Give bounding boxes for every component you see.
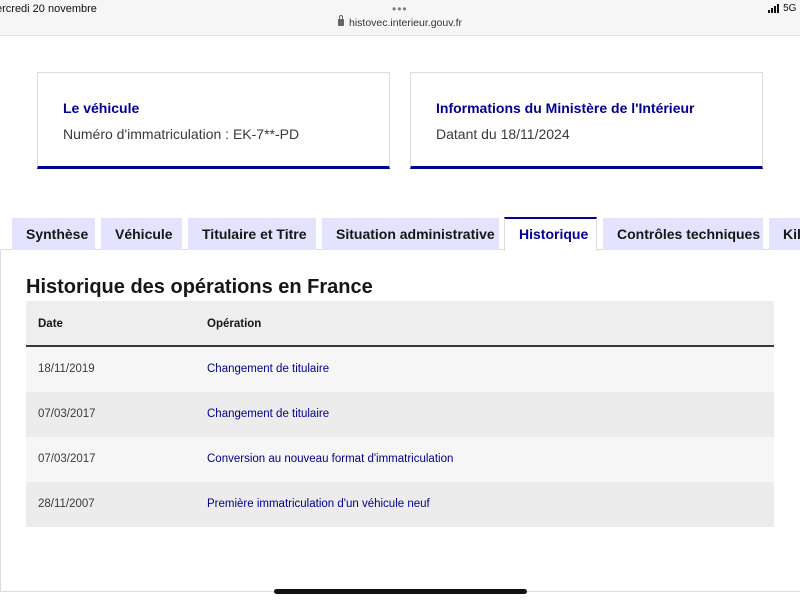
row-date: 07/03/2017 <box>38 453 96 465</box>
signal-icon <box>768 4 780 13</box>
header-date: Date <box>38 318 63 330</box>
ministry-card-title: Informations du Ministère de l'Intérieur <box>436 100 695 116</box>
status-indicators: 5G 7 <box>768 3 800 14</box>
tab-titulaire[interactable]: Titulaire et Titre <box>188 218 316 250</box>
status-date: ercredi 20 novembre <box>0 3 97 15</box>
table-row: 28/11/2007 Première immatriculation d'un… <box>26 482 774 527</box>
tab-kilometrage[interactable]: Kil <box>769 218 800 250</box>
header-operation: Opération <box>207 318 262 330</box>
ministry-card: Informations du Ministère de l'Intérieur… <box>410 72 763 169</box>
registration-number: Numéro d'immatriculation : EK-7**-PD <box>63 126 300 142</box>
tab-historique[interactable]: Historique <box>504 217 597 251</box>
address-bar[interactable]: histovec.interieur.gouv.fr <box>0 15 800 29</box>
row-operation-link[interactable]: Changement de titulaire <box>207 347 329 392</box>
tab-vehicule[interactable]: Véhicule <box>101 218 182 250</box>
table-header: Date Opération <box>26 301 774 347</box>
network-type: 5G <box>783 3 797 14</box>
address-url: histovec.interieur.gouv.fr <box>348 17 463 29</box>
history-table: Date Opération 18/11/2019 Changement de … <box>26 301 774 527</box>
tab-situation-administrative[interactable]: Situation administrative <box>322 218 499 250</box>
row-operation-link[interactable]: Conversion au nouveau format d'immatricu… <box>207 437 453 482</box>
browser-menu-dots[interactable]: ••• <box>392 2 408 16</box>
data-date: Datant du 18/11/2024 <box>436 126 570 142</box>
vehicle-card: Le véhicule Numéro d'immatriculation : E… <box>37 72 390 169</box>
row-operation-link[interactable]: Changement de titulaire <box>207 392 329 437</box>
table-row: 07/03/2017 Changement de titulaire <box>26 392 774 437</box>
row-date: 18/11/2019 <box>38 363 95 375</box>
table-row: 07/03/2017 Conversion au nouveau format … <box>26 437 774 482</box>
row-date: 28/11/2007 <box>38 498 95 510</box>
row-date: 07/03/2017 <box>38 408 96 420</box>
browser-status-bar: ercredi 20 novembre ••• histovec.interie… <box>0 0 800 36</box>
tab-synthese[interactable]: Synthèse <box>12 218 95 250</box>
home-indicator[interactable] <box>274 589 527 594</box>
tab-controles-techniques[interactable]: Contrôles techniques <box>603 218 763 250</box>
history-title: Historique des opérations en France <box>26 276 373 298</box>
vehicle-card-title: Le véhicule <box>63 100 140 116</box>
row-operation-link[interactable]: Première immatriculation d'un véhicule n… <box>207 482 430 527</box>
tab-list: Synthèse Véhicule Titulaire et Titre Sit… <box>0 217 800 251</box>
table-row: 18/11/2019 Changement de titulaire <box>26 347 774 392</box>
lock-icon <box>337 15 344 26</box>
